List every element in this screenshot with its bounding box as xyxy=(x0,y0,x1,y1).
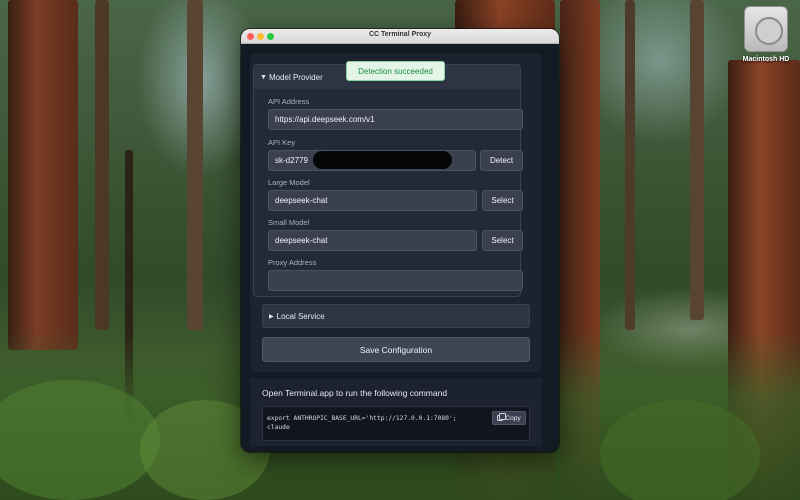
detection-toast: Detection succeeded xyxy=(346,61,445,81)
save-configuration-button[interactable]: Save Configuration xyxy=(262,337,530,362)
redaction-mask xyxy=(313,151,452,169)
api-address-input[interactable]: https://api.deepseek.com/v1 xyxy=(268,109,523,130)
large-model-label: Large Model xyxy=(268,178,310,187)
local-service-header[interactable]: ▶ Local Service xyxy=(262,304,530,328)
terminal-instruction: Open Terminal.app to run the following c… xyxy=(262,388,448,398)
hard-drive-icon xyxy=(744,6,788,52)
large-model-select-button[interactable]: Select xyxy=(482,190,523,211)
detect-button[interactable]: Detect xyxy=(480,150,523,171)
macintosh-hd-desktop-icon[interactable]: Macintosh HD xyxy=(738,6,794,63)
model-provider-title: Model Provider xyxy=(268,72,323,82)
title-bar[interactable]: CC Terminal Proxy xyxy=(241,29,559,44)
tree-trunk xyxy=(625,0,635,330)
small-model-input[interactable]: deepseek-chat xyxy=(268,230,477,251)
small-model-label: Small Model xyxy=(268,218,310,227)
command-line: export ANTHROPIC_BASE_URL='http://127.0.… xyxy=(267,415,457,422)
tree-trunk xyxy=(8,0,78,350)
disk-label: Macintosh HD xyxy=(742,56,790,63)
triangle-down-icon: ▼ xyxy=(260,73,267,81)
copy-icon xyxy=(497,413,507,421)
large-model-input[interactable]: deepseek-chat xyxy=(268,190,477,211)
app-window: CC Terminal Proxy ▼ Model Provider Detec… xyxy=(241,29,559,452)
triangle-right-icon: ▶ xyxy=(269,313,274,320)
proxy-address-input[interactable] xyxy=(268,270,523,291)
proxy-address-label: Proxy Address xyxy=(268,258,317,267)
fern-bush xyxy=(600,400,760,500)
local-service-title: Local Service xyxy=(276,311,325,321)
command-code-block: export ANTHROPIC_BASE_URL='http://127.0.… xyxy=(262,406,530,441)
small-model-select-button[interactable]: Select xyxy=(482,230,523,251)
api-key-label: API Key xyxy=(268,138,296,147)
copy-label: Copy xyxy=(505,414,521,422)
api-address-label: API Address xyxy=(268,97,310,106)
tree-trunk xyxy=(187,0,203,330)
command-line: claude xyxy=(267,424,290,431)
copy-button[interactable]: Copy xyxy=(492,411,526,425)
tree-trunk xyxy=(95,0,109,330)
tree-trunk xyxy=(690,0,704,320)
window-title: CC Terminal Proxy xyxy=(368,31,432,38)
